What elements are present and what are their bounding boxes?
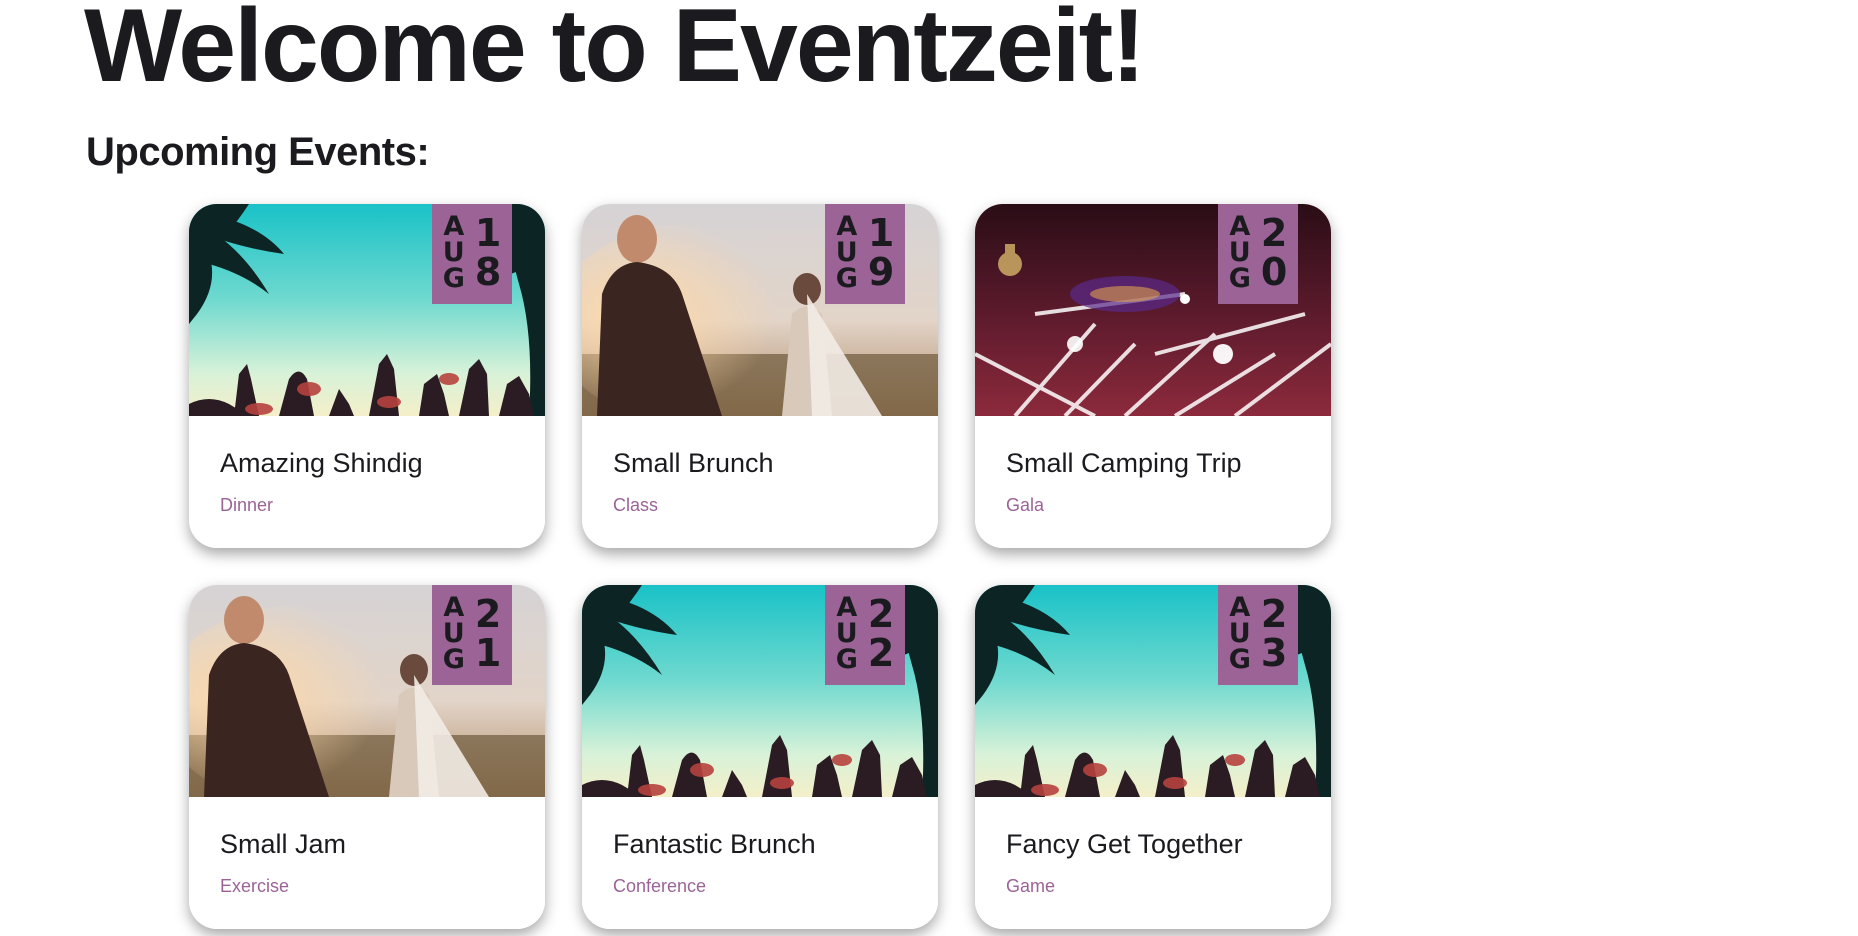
badge-day-digit: 8 xyxy=(474,250,502,294)
badge-day: 2 1 xyxy=(475,595,501,685)
event-category: Conference xyxy=(613,876,707,896)
badge-day-digit: 9 xyxy=(867,250,895,294)
badge-month-letter: G xyxy=(442,644,465,675)
event-category: Gala xyxy=(1006,495,1045,515)
badge-day: 2 2 xyxy=(868,595,894,685)
badge-day: 2 0 xyxy=(1261,214,1287,304)
badge-month: A U G xyxy=(1228,594,1251,685)
event-title[interactable]: Amazing Shindig xyxy=(220,446,423,480)
badge-month: A U G xyxy=(1228,213,1251,304)
event-title[interactable]: Small Camping Trip xyxy=(1006,446,1242,480)
badge-day-digit: 2 xyxy=(1260,592,1288,636)
badge-month: A U G xyxy=(442,594,465,685)
badge-day-digit: 1 xyxy=(474,631,502,675)
event-card[interactable]: A U G 2 0 Small Camping Trip Gala xyxy=(975,204,1331,548)
event-card[interactable]: A U G 1 9 Small Brunch Class xyxy=(582,204,938,548)
date-badge: A U G 1 9 xyxy=(825,204,905,304)
badge-month-letter: G xyxy=(1228,644,1251,675)
event-category: Exercise xyxy=(220,876,290,896)
card-body: Fancy Get Together Game xyxy=(975,797,1331,929)
badge-month: A U G xyxy=(442,213,465,304)
badge-day-digit: 1 xyxy=(474,211,502,255)
badge-day-digit: 3 xyxy=(1260,631,1288,675)
page: Welcome to Eventzeit! Upcoming Events: A… xyxy=(0,0,1858,936)
date-badge: A U G 2 2 xyxy=(825,585,905,685)
section-title: Upcoming Events: xyxy=(86,130,430,174)
date-badge: A U G 2 1 xyxy=(432,585,512,685)
event-category: Class xyxy=(613,495,659,515)
badge-day-digit: 0 xyxy=(1260,250,1288,294)
card-body: Small Brunch Class xyxy=(582,416,938,548)
badge-day-digit: 2 xyxy=(867,631,895,675)
badge-day: 1 8 xyxy=(475,214,501,304)
badge-day: 2 3 xyxy=(1261,595,1287,685)
card-body: Fantastic Brunch Conference xyxy=(582,797,938,929)
event-card[interactable]: A U G 2 2 Fantastic Brunch Conference xyxy=(582,585,938,929)
event-card[interactable]: A U G 2 1 Small Jam Exercise xyxy=(189,585,545,929)
event-title[interactable]: Small Brunch xyxy=(613,446,774,480)
badge-day: 1 9 xyxy=(868,214,894,304)
badge-day-digit: 2 xyxy=(1260,211,1288,255)
events-grid: A U G 1 8 Amazing Shindig Dinner A U G 1… xyxy=(189,204,1331,929)
badge-day-digit: 2 xyxy=(867,592,895,636)
date-badge: A U G 2 3 xyxy=(1218,585,1298,685)
page-title: Welcome to Eventzeit! xyxy=(84,0,1146,104)
badge-day-digit: 1 xyxy=(867,211,895,255)
event-title[interactable]: Fantastic Brunch xyxy=(613,827,816,861)
badge-month-letter: G xyxy=(1228,263,1251,294)
badge-month: A U G xyxy=(835,213,858,304)
event-title[interactable]: Small Jam xyxy=(220,827,346,861)
badge-month-letter: G xyxy=(442,263,465,294)
badge-month: A U G xyxy=(835,594,858,685)
date-badge: A U G 1 8 xyxy=(432,204,512,304)
card-body: Amazing Shindig Dinner xyxy=(189,416,545,548)
event-category: Dinner xyxy=(220,495,274,515)
event-card[interactable]: A U G 2 3 Fancy Get Together Game xyxy=(975,585,1331,929)
event-card[interactable]: A U G 1 8 Amazing Shindig Dinner xyxy=(189,204,545,548)
card-body: Small Jam Exercise xyxy=(189,797,545,929)
card-body: Small Camping Trip Gala xyxy=(975,416,1331,548)
badge-month-letter: G xyxy=(835,263,858,294)
event-category: Game xyxy=(1006,876,1056,896)
event-title[interactable]: Fancy Get Together xyxy=(1006,827,1243,861)
badge-month-letter: G xyxy=(835,644,858,675)
badge-day-digit: 2 xyxy=(474,592,502,636)
date-badge: A U G 2 0 xyxy=(1218,204,1298,304)
